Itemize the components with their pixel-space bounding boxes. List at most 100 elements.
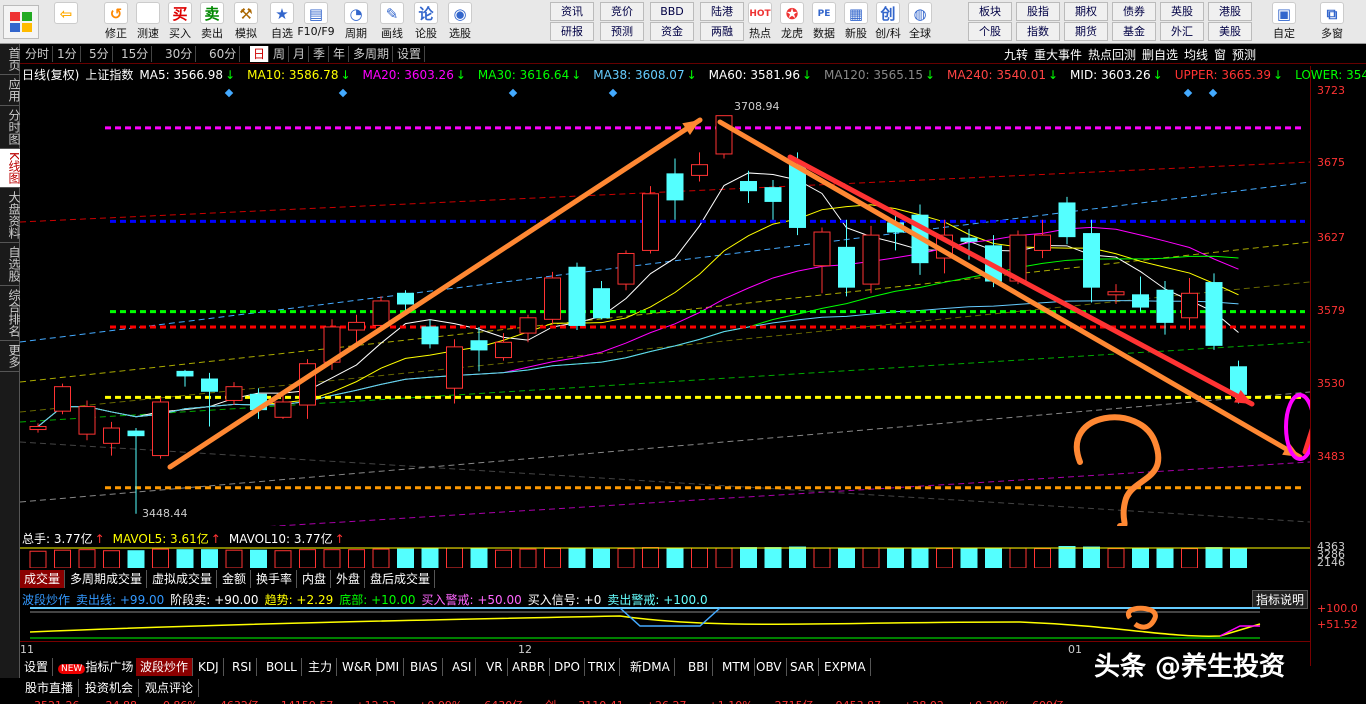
indicator-tab[interactable]: 主力 xyxy=(304,658,338,676)
left-tab[interactable]: 分时图 xyxy=(0,106,21,149)
volume-tab[interactable]: 虚拟成交量 xyxy=(148,570,218,588)
volume-tab[interactable]: 内盘 xyxy=(298,570,332,588)
volume-tab[interactable]: 盘后成交量 xyxy=(366,570,436,588)
left-tab[interactable]: 大盘资料 xyxy=(0,188,21,243)
chart-tool-tab[interactable]: 均线 xyxy=(1184,46,1208,63)
indicator-tab[interactable]: VR xyxy=(482,658,508,676)
chart-tool-tab[interactable]: 重大事件 xyxy=(1034,46,1082,63)
toolbar-link[interactable]: 股指 xyxy=(1016,2,1060,21)
toolbar-link[interactable]: 个股 xyxy=(968,22,1012,41)
period-tab[interactable]: 年 xyxy=(330,46,350,62)
simulate-button[interactable]: ⚒ 模拟 xyxy=(226,2,266,42)
indicator-chart[interactable] xyxy=(20,600,1310,640)
volume-bar xyxy=(1034,548,1051,568)
left-tab[interactable]: K线图 xyxy=(0,149,21,188)
toolbar-link[interactable]: 资金 xyxy=(650,22,694,41)
toolbar-link[interactable]: 竞价 xyxy=(600,2,644,21)
indicator-tab[interactable]: BOLL xyxy=(262,658,302,676)
star-market-button[interactable]: 创创/科 xyxy=(872,2,904,42)
left-tab[interactable]: 首页 xyxy=(0,44,21,75)
toolbar-link[interactable]: 基金 xyxy=(1112,22,1156,41)
indicator-tab[interactable]: EXPMA xyxy=(820,658,871,676)
toolbar-link[interactable]: 预测 xyxy=(600,22,644,41)
chart-tool-tab[interactable]: 热点回测 xyxy=(1088,46,1136,63)
period-tab[interactable]: 设置 xyxy=(394,46,426,62)
news-tab[interactable]: 投资机会 xyxy=(80,679,140,697)
indicator-tab[interactable]: ARBR xyxy=(508,658,551,676)
indicator-tab[interactable]: ASI xyxy=(448,658,477,676)
kline-chart[interactable]: 3708.94 3448.44 xyxy=(20,82,1310,526)
indicator-tab[interactable]: KDJ xyxy=(194,658,224,676)
toolbar-link[interactable]: 债券 xyxy=(1112,2,1156,21)
indicator-tab[interactable]: NEW 指标广场 xyxy=(54,658,139,676)
period-tab[interactable]: 多周期 xyxy=(350,46,394,62)
period-tab[interactable]: 分时 xyxy=(22,46,54,62)
custom-button[interactable]: ▣ 自定 xyxy=(1262,2,1306,42)
volume-tab[interactable]: 外盘 xyxy=(332,570,366,588)
down-arrow-icon: ↓ xyxy=(801,68,813,82)
period-button[interactable]: ◔ 周期 xyxy=(336,2,376,42)
f10-button[interactable]: ▤ F10/F9 xyxy=(296,2,336,42)
ma-indicator-line: 日线(复权) 上证指数 MA5: 3566.98 ↓ MA10: 3586.78 ↓ MA2… xyxy=(22,66,1366,82)
period-tab[interactable]: 周 xyxy=(270,46,290,62)
toolbar-link[interactable]: 外汇 xyxy=(1160,22,1204,41)
toolbar-link[interactable]: 期权 xyxy=(1064,2,1108,21)
left-tab[interactable]: 综合排名 xyxy=(0,286,21,341)
period-tab[interactable]: 季 xyxy=(310,46,330,62)
period-tab[interactable]: 1分 xyxy=(54,46,81,62)
chart-tool-tab[interactable]: 九转 xyxy=(1004,46,1028,63)
app-logo-icon[interactable] xyxy=(3,5,39,39)
indicator-tab[interactable]: W&R xyxy=(338,658,377,676)
toolbar-link[interactable]: 英股 xyxy=(1160,2,1204,21)
indicator-tab[interactable]: DPO xyxy=(550,658,585,676)
news-tab[interactable]: 股市直播 xyxy=(20,679,80,697)
chart-tool-tab[interactable]: 窗 xyxy=(1214,46,1226,63)
volume-tab[interactable]: 金额 xyxy=(218,570,252,588)
indicator-tab[interactable]: BBI xyxy=(684,658,714,676)
toolbar-link[interactable]: 研报 xyxy=(550,22,594,41)
toolbar-link[interactable]: 期货 xyxy=(1064,22,1108,41)
indicator-tab[interactable]: 新DMA xyxy=(626,658,675,676)
period-tab[interactable]: 60分 xyxy=(206,46,241,62)
data-button[interactable]: PE 数据 xyxy=(808,2,840,42)
indicator-tab[interactable]: 设置 xyxy=(20,658,54,676)
multi-window-button[interactable]: ⧉ 多窗 xyxy=(1310,2,1354,42)
left-tab[interactable]: 自选股 xyxy=(0,243,21,286)
left-tab[interactable]: 更多 xyxy=(0,341,21,372)
volume-chart[interactable] xyxy=(20,540,1310,568)
period-tab[interactable]: 日 xyxy=(250,46,270,62)
dragon-tiger-button[interactable]: ✪ 龙虎 xyxy=(776,2,808,42)
news-tab[interactable]: 观点评论 xyxy=(140,679,200,697)
toolbar-link[interactable]: 资讯 xyxy=(550,2,594,21)
indicator-tab[interactable]: RSI xyxy=(228,658,257,676)
ipo-button[interactable]: ▦ 新股 xyxy=(840,2,872,42)
indicator-tab[interactable]: DMI xyxy=(372,658,405,676)
period-tab[interactable]: 5分 xyxy=(86,46,113,62)
indicator-tab[interactable]: BIAS xyxy=(406,658,443,676)
stock-picker-button[interactable]: ◉ 选股 xyxy=(440,2,480,42)
left-tab[interactable]: 应用 xyxy=(0,75,21,106)
volume-tab[interactable]: 成交量 xyxy=(20,570,66,588)
period-tab[interactable]: 月 xyxy=(290,46,310,62)
hot-button[interactable]: HOT 热点 xyxy=(744,2,776,42)
indicator-tab[interactable]: MTM xyxy=(718,658,756,676)
toolbar-link[interactable]: 板块 xyxy=(968,2,1012,21)
toolbar-link[interactable]: 港股 xyxy=(1208,2,1252,21)
volume-tab[interactable]: 多周期成交量 xyxy=(66,570,148,588)
toolbar-link[interactable]: 陆港 xyxy=(700,2,744,21)
chart-tool-tab[interactable]: 预测 xyxy=(1232,46,1256,63)
indicator-tab[interactable]: OBV xyxy=(752,658,787,676)
volume-tab[interactable]: 换手率 xyxy=(252,570,298,588)
toolbar-link[interactable]: 指数 xyxy=(1016,22,1060,41)
period-tab[interactable]: 15分 xyxy=(118,46,153,62)
indicator-tab[interactable]: TRIX xyxy=(584,658,621,676)
chart-tool-tab[interactable]: 删自选 xyxy=(1142,46,1178,63)
globe-button[interactable]: ◍ 全球 xyxy=(904,2,936,42)
toolbar-link[interactable]: BBD xyxy=(650,2,694,21)
indicator-tab[interactable]: 波段炒作 xyxy=(136,658,194,676)
back-arrow-button[interactable]: ⇦ xyxy=(48,2,84,42)
toolbar-link[interactable]: 美股 xyxy=(1208,22,1252,41)
toolbar-link[interactable]: 两融 xyxy=(700,22,744,41)
indicator-tab[interactable]: SAR xyxy=(786,658,820,676)
period-tab[interactable]: 30分 xyxy=(162,46,197,62)
